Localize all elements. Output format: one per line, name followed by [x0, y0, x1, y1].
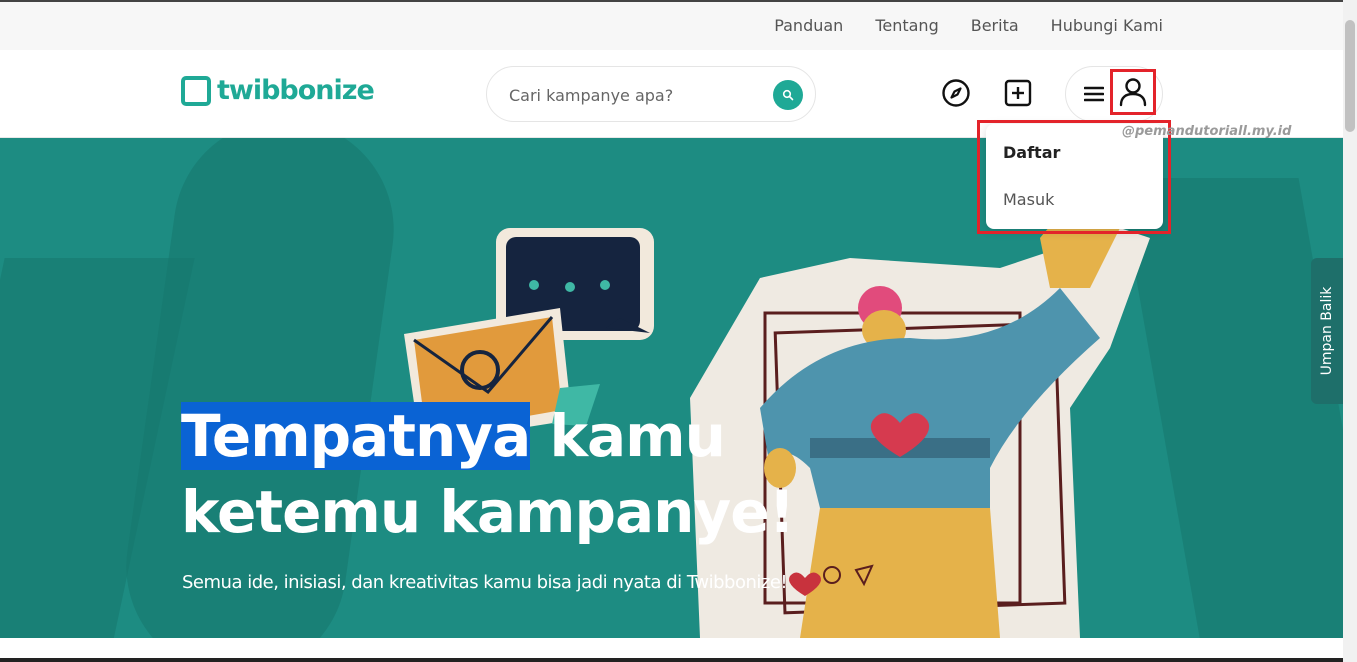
logo-icon [181, 75, 211, 106]
hero-title: Tempatnya kamu ketemu kampanye! [181, 398, 795, 550]
compass-icon [942, 79, 970, 107]
plus-square-icon [1004, 79, 1032, 107]
hamburger-icon [1084, 86, 1104, 102]
logo-text: twibbonize [217, 75, 375, 106]
create-campaign-button[interactable] [1002, 77, 1034, 109]
nav-link-hubungi-kami[interactable]: Hubungi Kami [1051, 16, 1163, 35]
nav-link-panduan[interactable]: Panduan [774, 16, 843, 35]
search-bar [486, 66, 816, 122]
hero-subtitle: Semua ide, inisiasi, dan kreativitas kam… [182, 572, 788, 593]
vertical-scrollbar[interactable] [1343, 0, 1357, 662]
menu-button[interactable] [1080, 80, 1108, 108]
feedback-tab-label: Umpan Balik [1319, 286, 1335, 376]
user-account-button[interactable] [1110, 69, 1156, 115]
taskbar-edge [0, 658, 1343, 662]
explore-button[interactable] [940, 77, 972, 109]
logo[interactable]: twibbonize [181, 75, 375, 106]
feedback-tab[interactable]: Umpan Balik [1311, 258, 1343, 404]
hero-title-highlight: Tempatnya [181, 402, 531, 470]
nav-link-tentang[interactable]: Tentang [875, 16, 938, 35]
nav-link-berita[interactable]: Berita [971, 16, 1019, 35]
top-nav: Panduan Tentang Berita Hubungi Kami [774, 16, 1163, 35]
user-icon [1119, 78, 1147, 107]
watermark-text: @pemandutoriall.my.id [1122, 124, 1292, 139]
scrollbar-thumb[interactable] [1345, 20, 1355, 132]
search-input[interactable] [509, 81, 759, 109]
top-bar: Panduan Tentang Berita Hubungi Kami [0, 0, 1343, 50]
search-icon [782, 89, 794, 101]
search-button[interactable] [773, 80, 803, 110]
hero-title-line1: kamu [530, 402, 725, 470]
hero-title-line2: ketemu kampanye! [181, 478, 795, 546]
